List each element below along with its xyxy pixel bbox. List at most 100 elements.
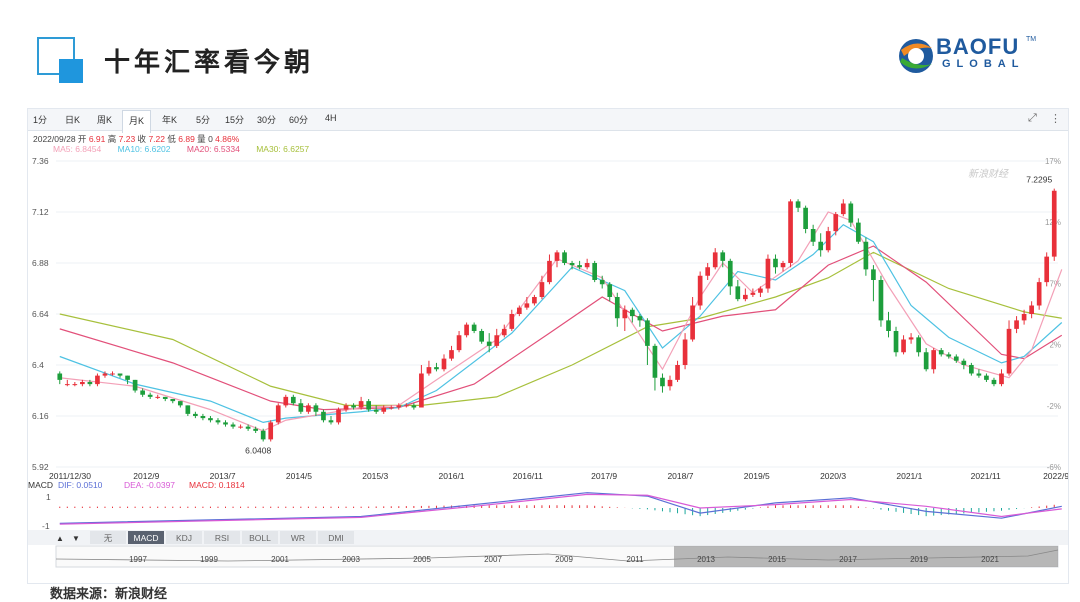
candle-body: [1021, 314, 1027, 321]
candle-body: [818, 241, 824, 251]
candle-body: [1044, 256, 1050, 283]
candle-body: [306, 405, 311, 412]
candle-body: [848, 203, 854, 223]
nav-up-arrow: ▲: [56, 534, 64, 543]
macd-label: MACD: [28, 480, 53, 490]
brand-sub: GLOBAL: [942, 58, 1025, 70]
candle-body: [464, 324, 469, 336]
candle-body: [177, 401, 183, 406]
candle-body: [554, 252, 560, 261]
candle-body: [908, 337, 914, 340]
x-tick-label: 2020/3: [820, 471, 846, 481]
right-tick-label: -2%: [1047, 402, 1061, 411]
candle-body: [705, 267, 711, 276]
candle-body: [901, 339, 906, 353]
candle-body: [501, 328, 507, 336]
candle-body: [230, 424, 236, 427]
candle-body: [343, 405, 349, 410]
candle-body: [140, 390, 145, 395]
candle-body: [64, 384, 70, 386]
candle-body: [652, 345, 658, 378]
candle-body: [961, 360, 967, 365]
candle-body: [283, 396, 289, 406]
x-tick-label: 2015/3: [362, 471, 388, 481]
navigator-label: 1997: [129, 555, 147, 564]
candle-body: [336, 409, 341, 423]
macd-y-tick: 1: [46, 492, 51, 502]
candle-body: [886, 320, 891, 331]
brand-globe-icon: [899, 39, 933, 73]
candle-body: [426, 367, 432, 374]
candle-body: [494, 335, 500, 346]
brand-tm: TM: [1026, 36, 1037, 43]
candle-body: [1036, 282, 1042, 306]
candle-body: [403, 405, 409, 407]
candle-body: [516, 307, 522, 314]
candle-body: [524, 303, 530, 308]
candle-body: [155, 396, 161, 398]
candle-body: [856, 222, 861, 242]
navigator-label: 2013: [697, 555, 715, 564]
candle-body: [245, 426, 251, 429]
candle-body: [162, 396, 168, 399]
candle-body: [630, 309, 635, 317]
candle-body: [758, 288, 763, 293]
macd-y-tick: -1: [42, 521, 50, 531]
candle-body: [193, 413, 198, 416]
candle-body: [750, 292, 756, 295]
page-title: 十年汇率看今朝: [104, 48, 315, 78]
x-tick-label: 2017/9: [591, 471, 617, 481]
candle-body: [607, 284, 613, 297]
candle-body: [727, 260, 733, 287]
candle-body: [486, 341, 492, 346]
candle-body: [419, 373, 424, 408]
indicator-tab-label: WR: [291, 533, 305, 543]
candle-body: [991, 379, 997, 385]
candle-body: [788, 201, 793, 263]
x-tick-label: 2016/11: [513, 471, 543, 481]
candle-body: [743, 294, 748, 300]
candle-body: [622, 309, 628, 319]
navigator-label: 2021: [981, 555, 999, 564]
x-tick-label: 2014/5: [286, 471, 312, 481]
candle-body: [984, 375, 989, 380]
candle-body: [1014, 320, 1019, 329]
candle-body: [1029, 305, 1034, 314]
candle-body: [388, 407, 394, 409]
candle-body: [931, 350, 937, 370]
y-tick-label: 6.88: [32, 258, 49, 268]
candle-body: [645, 320, 650, 346]
candle-body: [840, 203, 846, 215]
candle-body: [938, 350, 944, 355]
candle-body: [396, 405, 402, 408]
navigator-label: 2005: [413, 555, 431, 564]
candle-body: [976, 373, 982, 376]
x-tick-label: 2019/5: [744, 471, 770, 481]
indicator-tab-label: BOLL: [249, 533, 271, 543]
candle-body: [562, 252, 567, 263]
candle-body: [471, 324, 477, 331]
navigator-label: 2015: [768, 555, 786, 564]
navigator-label: 1999: [200, 555, 218, 564]
candle-body: [1051, 190, 1057, 257]
candle-body: [290, 396, 296, 404]
candle-body: [916, 337, 921, 353]
candle-body: [298, 403, 304, 412]
candle-body: [117, 373, 123, 376]
candle-body: [735, 286, 741, 300]
candle-body: [351, 405, 356, 408]
candle-body: [547, 260, 552, 283]
candle-body: [185, 405, 191, 414]
candle-body: [275, 405, 281, 423]
candle-body: [238, 426, 243, 428]
candle-body: [208, 418, 213, 421]
y-tick-label: 6.4: [32, 360, 44, 370]
candle-body: [795, 201, 801, 208]
candle-body: [456, 335, 462, 351]
candle-body: [223, 422, 228, 425]
ma-line-ma10: [59, 224, 1063, 423]
navigator-label: 2009: [555, 555, 573, 564]
candle-body: [373, 409, 379, 412]
candle-body: [682, 339, 688, 365]
candle-body: [765, 258, 771, 289]
